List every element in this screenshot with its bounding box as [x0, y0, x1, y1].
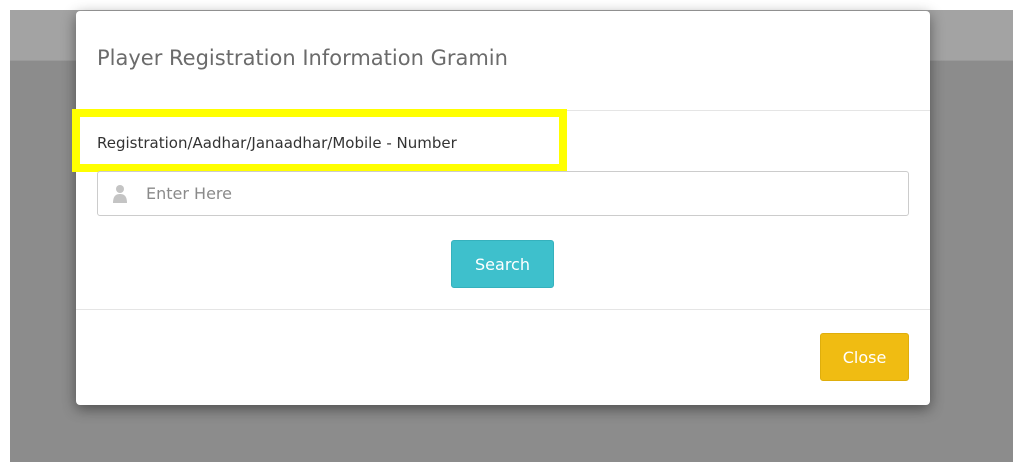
- close-button[interactable]: Close: [820, 333, 909, 381]
- search-button[interactable]: Search: [451, 240, 554, 288]
- search-input[interactable]: [146, 180, 886, 206]
- modal-title: Player Registration Information Gramin: [97, 46, 508, 70]
- search-input-group: [97, 171, 909, 216]
- user-icon: [113, 185, 127, 203]
- highlighted-field-label: Registration/Aadhar/Janaadhar/Mobile - N…: [72, 109, 567, 172]
- modal-footer: Close: [76, 309, 930, 406]
- player-registration-modal: Player Registration Information Gramin R…: [72, 11, 930, 406]
- page: Player Registration Information Gramin R…: [0, 0, 1013, 462]
- field-label: Registration/Aadhar/Janaadhar/Mobile - N…: [97, 134, 457, 152]
- page-top-strip: [0, 0, 1013, 10]
- modal-header: Player Registration Information Gramin: [76, 11, 930, 111]
